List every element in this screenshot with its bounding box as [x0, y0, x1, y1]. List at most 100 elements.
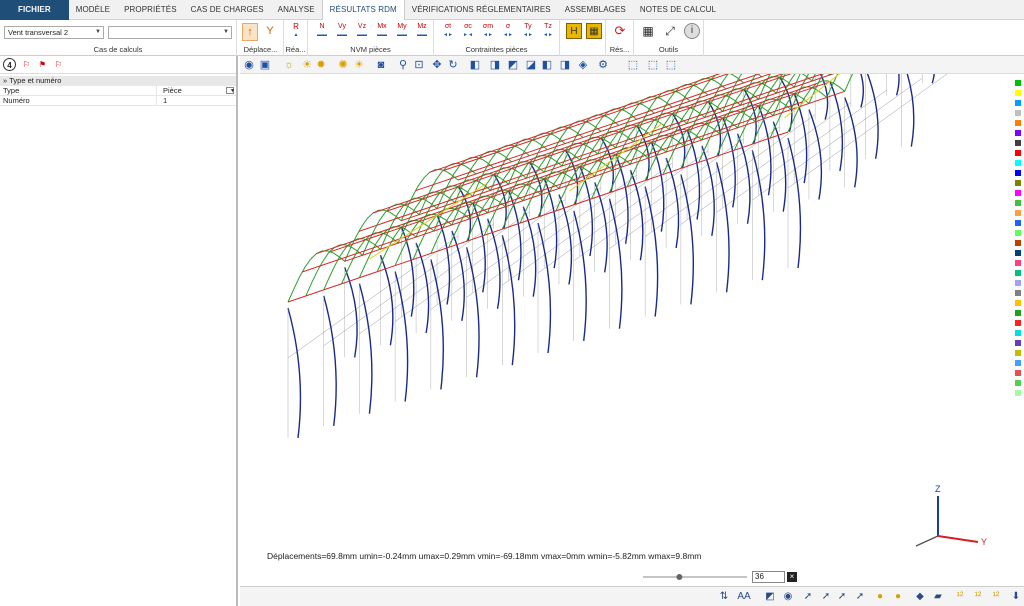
3d-viewport[interactable]: ZY [240, 0, 1012, 586]
eye-icon[interactable]: ◉ [780, 589, 796, 605]
palette-swatch[interactable] [1015, 390, 1021, 396]
palette-swatch[interactable] [1015, 330, 1021, 336]
palette-swatch[interactable] [1015, 150, 1021, 156]
menu-tab-7[interactable]: ASSEMBLAGES [558, 0, 633, 20]
vz-force-button[interactable]: Vz ▬▬ [354, 23, 370, 39]
export-icon[interactable]: ⬇ [1008, 589, 1024, 605]
node-icon[interactable]: ● [872, 589, 888, 605]
shear-z-button[interactable]: Tz ◄► [540, 23, 556, 39]
palette-swatch[interactable] [1015, 380, 1021, 386]
zoom-slider[interactable] [643, 573, 747, 581]
number-circle-icon[interactable]: 4 [3, 58, 16, 71]
pointer-select-icon[interactable]: ➚ [834, 589, 850, 605]
zoom-icon[interactable]: ⚲ [396, 58, 410, 72]
refresh-results-icon[interactable]: ⟳ [612, 23, 628, 39]
pointer-lasso-icon[interactable]: ➚ [852, 589, 868, 605]
palette-swatch[interactable] [1015, 320, 1021, 326]
palette-swatch[interactable] [1015, 200, 1021, 206]
zoom-window-icon[interactable]: ⊡ [412, 58, 426, 72]
palette-swatch[interactable] [1015, 360, 1021, 366]
calculator-icon[interactable]: ▦ [640, 23, 656, 39]
sun-multi-icon[interactable]: ✺ [336, 58, 350, 72]
sort-icon[interactable]: ⇅ [716, 589, 732, 605]
palette-swatch[interactable] [1015, 210, 1021, 216]
palette-swatch[interactable] [1015, 170, 1021, 176]
sun-cloud-icon[interactable]: ☀ [300, 58, 314, 72]
deformed-shape-button[interactable]: Y [262, 23, 278, 39]
sun-icon[interactable]: ☼ [282, 58, 296, 72]
stress-tension-button[interactable]: σt ◄► [440, 23, 456, 39]
stress-compression-button[interactable]: σc ►◄ [460, 23, 476, 39]
palette-swatch[interactable] [1015, 100, 1021, 106]
palette-swatch[interactable] [1015, 220, 1021, 226]
palette-swatch[interactable] [1015, 340, 1021, 346]
vy-force-button[interactable]: Vy ▬▬ [334, 23, 350, 39]
pointer-multi-icon[interactable]: ➚ [818, 589, 834, 605]
palette-swatch[interactable] [1015, 300, 1021, 306]
pointer-icon[interactable]: ➚ [800, 589, 816, 605]
stress-bending-button[interactable]: σm ◄► [480, 23, 496, 39]
select-cross-icon[interactable]: ⬚ [646, 58, 660, 72]
label-node-icon[interactable]: ¹² [970, 589, 986, 605]
node-select-icon[interactable]: ● [890, 589, 906, 605]
palette-swatch[interactable] [1015, 110, 1021, 116]
label-bar-icon[interactable]: ¹² [988, 589, 1004, 605]
my-moment-button[interactable]: My ▬▬ [394, 23, 410, 39]
zoom-slider-thumb[interactable] [676, 574, 683, 580]
palette-swatch[interactable] [1015, 370, 1021, 376]
sun-number-icon[interactable]: ☀ [352, 58, 366, 72]
palette-swatch[interactable] [1015, 230, 1021, 236]
palette-swatch[interactable] [1015, 80, 1021, 86]
n-force-button[interactable]: N ▬▬ [314, 23, 330, 39]
zoom-input[interactable]: 36 [752, 571, 785, 583]
font-size-icon[interactable]: AA [736, 589, 752, 605]
close-icon[interactable]: × [787, 572, 797, 582]
palette-swatch[interactable] [1015, 140, 1021, 146]
menu-tab-2[interactable]: PROPRIÉTÉS [117, 0, 184, 20]
cube-bottom-icon[interactable]: ◨ [558, 58, 572, 72]
section-view-button[interactable]: H [566, 23, 582, 39]
cube-front-icon[interactable]: ◧ [468, 58, 482, 72]
label-icon[interactable]: ¹² [952, 589, 968, 605]
cube-top-icon[interactable]: ◩ [506, 58, 520, 72]
menu-tab-3[interactable]: CAS DE CHARGES [184, 0, 271, 20]
filter-remove-icon[interactable]: ⚑ [36, 58, 49, 71]
chevron-down-icon[interactable]: ▼ [226, 87, 235, 94]
eye-icon[interactable]: ◉ [242, 58, 256, 72]
property-value-numero[interactable]: 1 [157, 96, 236, 105]
reactions-button[interactable]: R ▲ [288, 23, 304, 39]
menu-tab-1[interactable]: MODÈLE [69, 0, 117, 20]
load-case-combo[interactable]: Vent transversal 2 ▼ [4, 26, 104, 39]
palette-swatch[interactable] [1015, 190, 1021, 196]
cube-right-icon[interactable]: ◨ [488, 58, 502, 72]
mx-moment-button[interactable]: Mx ▬▬ [374, 23, 390, 39]
sun-rays-icon[interactable]: ✹ [314, 58, 328, 72]
select-arrow-icon[interactable]: ⬚ [664, 58, 678, 72]
property-value-type[interactable]: Pièce ▼ [157, 86, 236, 95]
snap-icon[interactable]: ◆ [912, 589, 928, 605]
menu-tab-5[interactable]: RÉSULTATS RDM [321, 0, 405, 21]
menu-tab-6[interactable]: VÉRIFICATIONS RÉGLEMENTAIRES [405, 0, 558, 20]
bar-icon[interactable]: ▰ [930, 589, 946, 605]
pan-icon[interactable]: ✥ [430, 58, 444, 72]
palette-swatch[interactable] [1015, 350, 1021, 356]
menu-tab-0[interactable]: FICHIER [0, 0, 69, 20]
menu-tab-8[interactable]: NOTES DE CALCUL [633, 0, 723, 20]
shear-y-button[interactable]: Ty ◄► [520, 23, 536, 39]
palette-swatch[interactable] [1015, 120, 1021, 126]
displacement-button[interactable]: ↑ [242, 23, 258, 41]
stress-combined-button[interactable]: σ ◄► [500, 23, 516, 39]
frame-icon[interactable]: ▣ [258, 58, 272, 72]
cube-back-icon[interactable]: ◪ [524, 58, 538, 72]
section-list-button[interactable]: ▦ [586, 23, 602, 39]
layers-icon[interactable]: ◩ [762, 589, 778, 605]
palette-swatch[interactable] [1015, 290, 1021, 296]
palette-swatch[interactable] [1015, 130, 1021, 136]
measure-icon[interactable]: ⤢ [662, 23, 678, 39]
palette-swatch[interactable] [1015, 310, 1021, 316]
secondary-combo[interactable]: ▼ [108, 26, 232, 39]
info-icon[interactable]: i [684, 23, 700, 39]
palette-swatch[interactable] [1015, 90, 1021, 96]
cube-left-icon[interactable]: ◧ [540, 58, 554, 72]
filter-add-icon[interactable]: ⚐ [20, 58, 33, 71]
